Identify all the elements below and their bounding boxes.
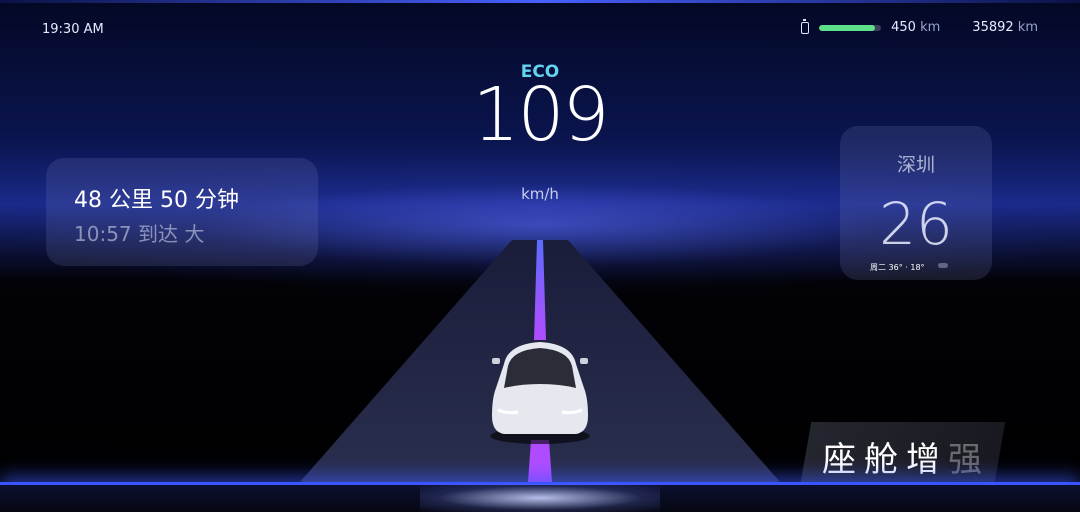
ego-car-icon bbox=[490, 342, 590, 444]
battery-level-fill bbox=[819, 24, 875, 31]
weather-city: 深圳 bbox=[896, 154, 935, 176]
weather-forecast: 周二 36° · 18° bbox=[870, 263, 925, 272]
odometer-unit: km bbox=[1017, 20, 1038, 35]
navigation-card[interactable]: 48 公里 50 分钟 10:57 到达 大 bbox=[46, 158, 318, 266]
speed-value: 109 bbox=[472, 72, 609, 158]
brand-text: 座舱增强 bbox=[822, 432, 990, 481]
bottom-glow bbox=[420, 484, 660, 512]
range-value: 450 bbox=[891, 20, 916, 35]
range-unit: km bbox=[920, 20, 941, 35]
speed-unit: km/h bbox=[521, 185, 559, 203]
weather-temperature: 26 bbox=[879, 190, 953, 258]
clock: 19:30 AM bbox=[42, 22, 104, 37]
weather-card[interactable]: 深圳 26 周二 36° · 18° bbox=[840, 126, 992, 280]
battery-icon bbox=[801, 18, 810, 34]
battery-level-bar bbox=[819, 24, 882, 31]
cloud-icon bbox=[938, 263, 948, 268]
odometer-readout: 35892 km bbox=[972, 20, 1038, 35]
odometer-value: 35892 bbox=[972, 20, 1014, 35]
nav-distance-time: 48 公里 50 分钟 bbox=[74, 188, 239, 213]
brand-text-main: 座舱增 bbox=[822, 440, 948, 480]
brand-text-faded: 强 bbox=[948, 440, 990, 480]
nav-arrival: 10:57 到达 大 bbox=[74, 222, 205, 246]
instrument-cluster: 19:30 AM 450 km 35892 km ECO 109 km/h 48… bbox=[0, 0, 1080, 512]
lane-guide-near bbox=[528, 440, 552, 482]
status-cluster: 450 km 35892 km bbox=[801, 18, 1038, 35]
range-readout: 450 km bbox=[891, 20, 940, 35]
